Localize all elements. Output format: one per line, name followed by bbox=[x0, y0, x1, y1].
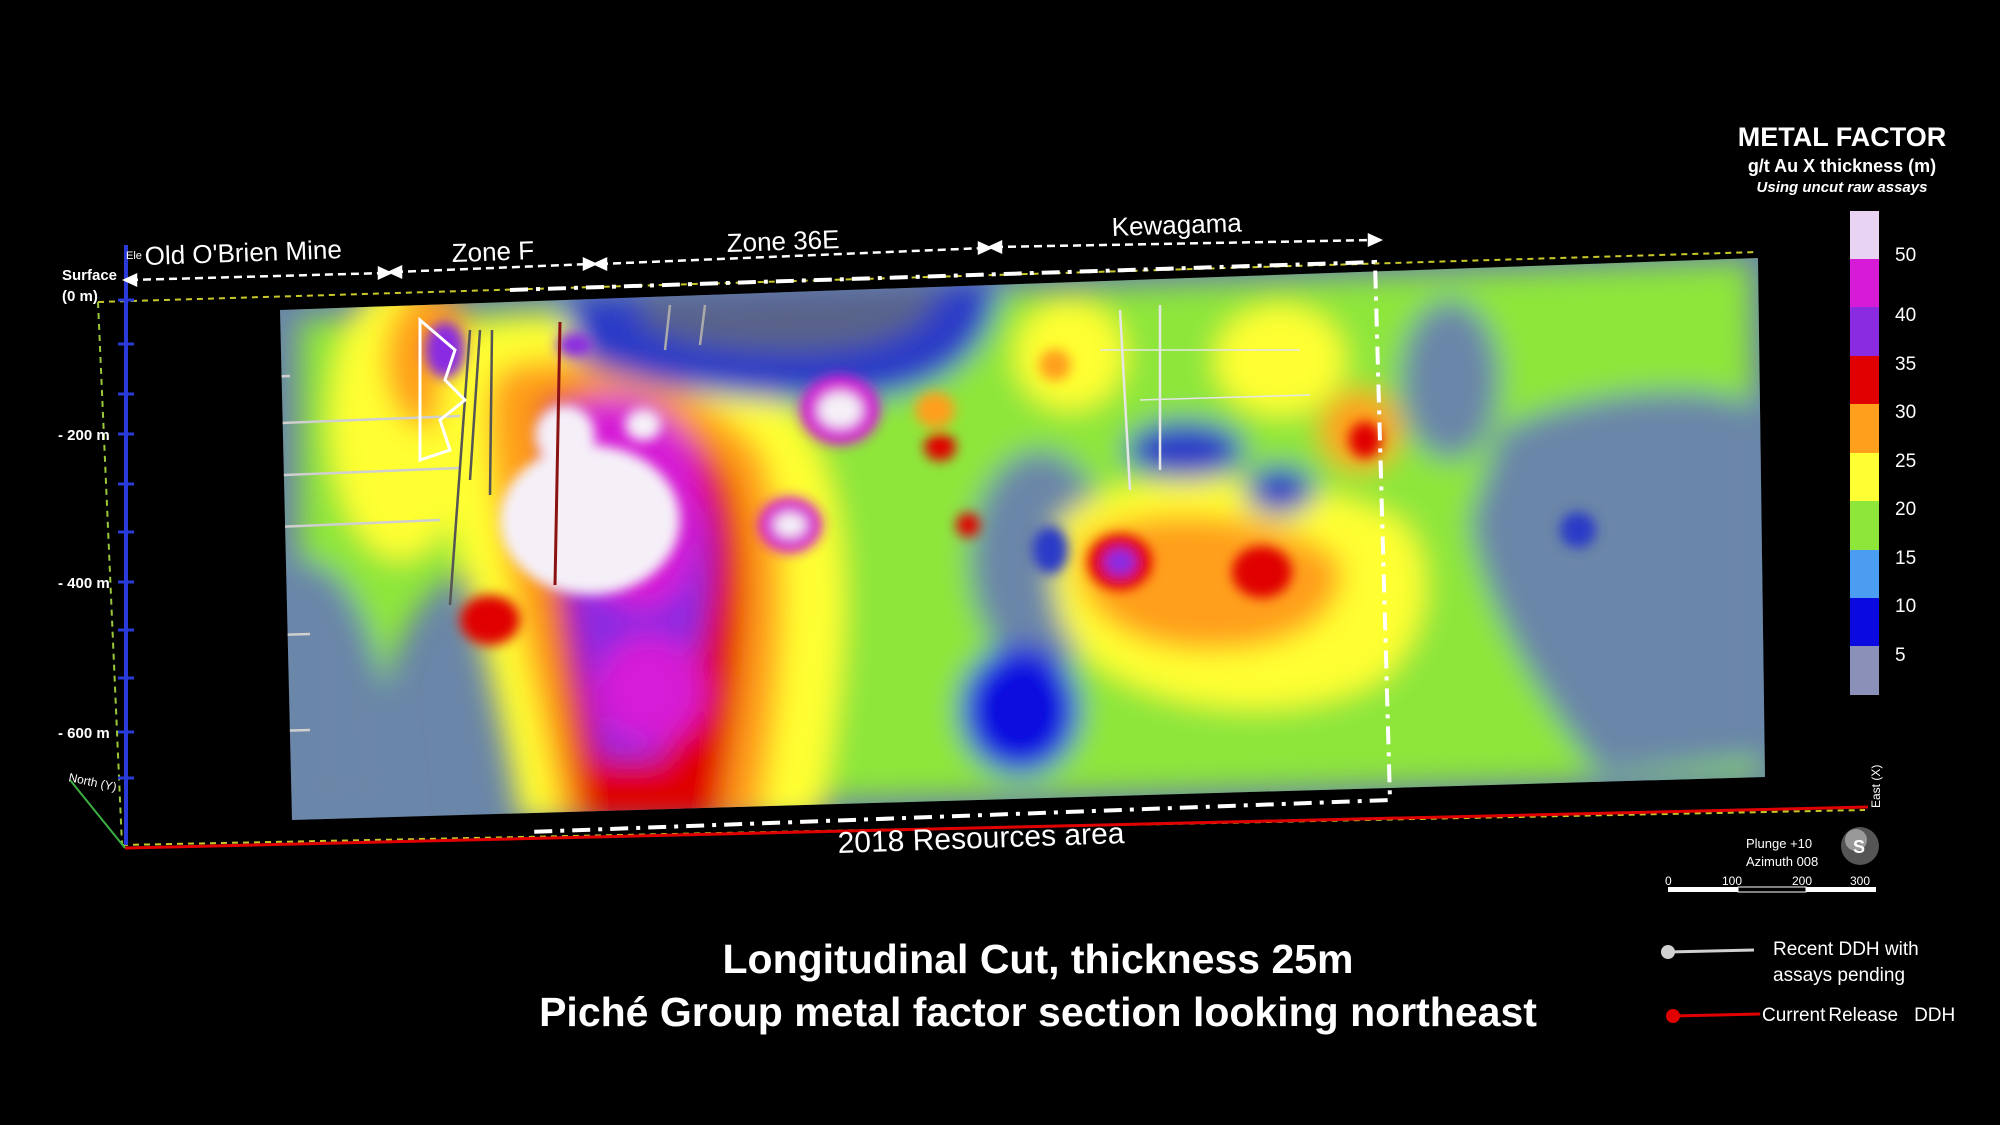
scale-bar: 0 100 200 300 bbox=[1665, 874, 1876, 893]
colorbar-swatch bbox=[1850, 404, 1879, 453]
zone-label-zone-f: Zone F bbox=[451, 235, 534, 268]
colorbar-swatch bbox=[1850, 259, 1879, 307]
colorbar-note: Using uncut raw assays bbox=[1756, 179, 1928, 196]
colorbar-swatch bbox=[1850, 646, 1879, 695]
compass-icon: S bbox=[1841, 827, 1879, 865]
depth-label-200: - 200 m bbox=[58, 427, 110, 444]
zone-label-zone-36e: Zone 36E bbox=[726, 224, 840, 258]
surface-label: Surface bbox=[62, 267, 117, 284]
colorbar-title-block: METAL FACTOR g/t Au X thickness (m) Usin… bbox=[1722, 120, 1962, 198]
colorbar-swatch bbox=[1850, 550, 1879, 598]
colorbar-label-20: 20 bbox=[1895, 499, 1917, 520]
colorbar-subtitle: g/t Au X thickness (m) bbox=[1747, 156, 1937, 176]
elevation-label: Ele bbox=[126, 250, 142, 262]
depth-label-400: - 400 m bbox=[58, 575, 110, 592]
colorbar-swatch bbox=[1850, 453, 1879, 501]
scale-tick-0: 0 bbox=[1665, 874, 1672, 888]
colorbar-label-35: 35 bbox=[1895, 354, 1917, 375]
zone-label-old-obrien: Old O'Brien Mine bbox=[144, 234, 342, 271]
plunge-label: Plunge +10 bbox=[1746, 836, 1812, 851]
colorbar-label-30: 30 bbox=[1895, 402, 1917, 423]
svg-text:S: S bbox=[1853, 837, 1865, 857]
colorbar-swatch bbox=[1850, 307, 1879, 356]
caption-line-2: Piché Group metal factor section looking… bbox=[539, 989, 1537, 1035]
resources-area-label: 2018 Resources area bbox=[837, 817, 1125, 860]
scale-tick-300: 300 bbox=[1850, 874, 1870, 888]
scale-tick-100: 100 bbox=[1722, 874, 1742, 888]
surface-sublabel: (0 m) bbox=[62, 288, 98, 305]
north-axis-label: North (Y) bbox=[67, 770, 118, 794]
caption-line-1: Longitudinal Cut, thickness 25m bbox=[722, 936, 1354, 982]
zone-label-kewagama: Kewagama bbox=[1111, 207, 1243, 242]
metal-factor-colorbar bbox=[1850, 211, 1879, 695]
colorbar-label-25: 25 bbox=[1895, 451, 1917, 472]
metal-factor-contour-section bbox=[280, 258, 1765, 820]
azimuth-label: Azimuth 008 bbox=[1746, 854, 1818, 869]
scale-tick-200: 200 bbox=[1792, 874, 1812, 888]
colorbar-label-40: 40 bbox=[1895, 305, 1917, 326]
colorbar-label-5: 5 bbox=[1895, 645, 1906, 666]
colorbar-title: METAL FACTOR bbox=[1737, 122, 1947, 152]
colorbar-label-10: 10 bbox=[1895, 596, 1917, 617]
colorbar-label-15: 15 bbox=[1895, 548, 1917, 569]
colorbar-label-50: 50 bbox=[1895, 245, 1917, 266]
depth-label-600: - 600 m bbox=[58, 725, 110, 742]
colorbar-swatch bbox=[1850, 356, 1879, 404]
colorbar-swatch bbox=[1850, 501, 1879, 550]
colorbar-swatch bbox=[1850, 598, 1879, 646]
east-axis-label: East (X) bbox=[1869, 765, 1883, 808]
colorbar-swatch bbox=[1850, 211, 1879, 259]
